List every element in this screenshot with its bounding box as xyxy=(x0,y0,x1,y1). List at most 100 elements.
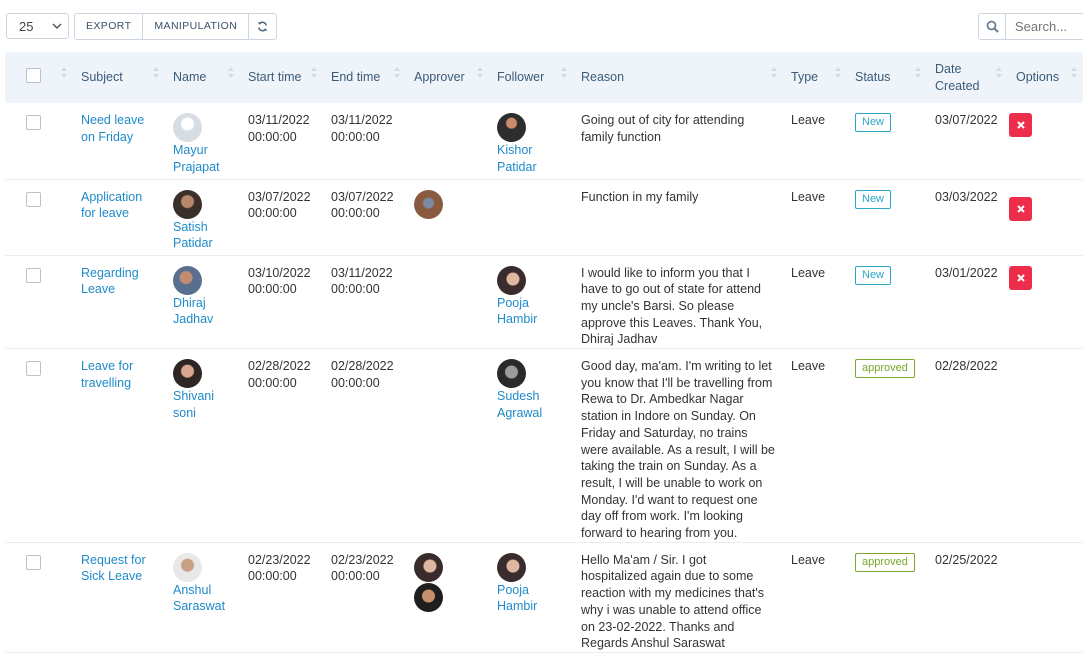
sort-icon[interactable] xyxy=(915,67,921,78)
approver-avatar xyxy=(414,552,443,582)
delete-button[interactable] xyxy=(1009,196,1032,221)
select-all-header xyxy=(5,52,73,103)
select-all-checkbox[interactable] xyxy=(26,67,41,83)
search-button[interactable] xyxy=(979,14,1006,39)
options-cell xyxy=(1008,103,1083,180)
row-checkbox[interactable] xyxy=(26,554,41,570)
approver-cell xyxy=(406,103,489,180)
status-cell: approved xyxy=(847,542,927,653)
type-cell: Leave xyxy=(783,542,847,653)
header-follower[interactable]: Follower xyxy=(489,52,573,103)
page-size-value: 25 xyxy=(19,19,34,34)
type-cell: Leave xyxy=(783,348,847,543)
refresh-icon xyxy=(258,21,268,32)
end-time-cell: 03/11/2022 00:00:00 xyxy=(323,255,406,350)
header-name-label: Name xyxy=(173,70,207,84)
header-type-label: Type xyxy=(791,70,819,84)
sort-icon[interactable] xyxy=(394,67,400,78)
delete-button[interactable] xyxy=(1009,265,1032,290)
follower-link[interactable]: Pooja Hambir xyxy=(497,295,565,328)
sort-icon[interactable] xyxy=(61,67,67,78)
header-name[interactable]: Name xyxy=(165,52,240,103)
subject-link[interactable]: Request for Sick Leave xyxy=(81,553,146,584)
start-time-cell: 02/23/2022 00:00:00 xyxy=(240,542,323,653)
page-size-select[interactable]: 25 xyxy=(6,13,69,39)
subject-link[interactable]: Application for leave xyxy=(81,190,142,221)
leave-table: Subject Name Start time End time Approve… xyxy=(5,52,1083,653)
avatar xyxy=(173,265,202,295)
row-select-cell xyxy=(5,179,73,256)
sort-icon[interactable] xyxy=(228,67,234,78)
header-subject[interactable]: Subject xyxy=(73,52,165,103)
row-checkbox[interactable] xyxy=(26,191,41,207)
export-button[interactable]: EXPORT xyxy=(75,14,144,39)
reason-cell: Function in my family xyxy=(573,179,783,256)
follower-cell: Pooja Hambir xyxy=(489,542,573,653)
sort-icon[interactable] xyxy=(1071,67,1077,78)
employee-name-link[interactable]: Dhiraj Jadhav xyxy=(173,296,213,327)
delete-button[interactable] xyxy=(1009,113,1032,137)
sort-icon[interactable] xyxy=(996,67,1002,78)
header-end-time[interactable]: End time xyxy=(323,52,406,103)
sort-icon[interactable] xyxy=(311,67,317,78)
approver-cell xyxy=(406,179,489,256)
sort-icon[interactable] xyxy=(561,67,567,78)
row-checkbox[interactable] xyxy=(26,267,41,283)
follower-cell: Pooja Hambir xyxy=(489,255,573,350)
row-checkbox[interactable] xyxy=(26,115,41,130)
row-checkbox[interactable] xyxy=(26,361,41,377)
name-cell: Dhiraj Jadhav xyxy=(165,255,240,350)
date-created-cell: 03/07/2022 xyxy=(927,103,1008,180)
table-row: Request for Sick Leave Anshul Saraswat 0… xyxy=(5,542,1083,653)
table-row: Application for leave Satish Patidar 03/… xyxy=(5,179,1083,256)
header-options-label: Options xyxy=(1016,70,1060,84)
date-created-cell: 03/03/2022 xyxy=(927,179,1008,256)
avatar xyxy=(173,552,202,582)
employee-name-link[interactable]: Satish Patidar xyxy=(173,220,213,251)
table-header-row: Subject Name Start time End time Approve… xyxy=(5,52,1083,103)
toolbar-button-group: EXPORT MANIPULATION xyxy=(74,13,278,40)
header-status-label: Status xyxy=(855,70,891,84)
header-reason-label: Reason xyxy=(581,70,625,84)
start-time-cell: 03/07/2022 00:00:00 xyxy=(240,179,323,256)
reason-cell: Hello Ma'am / Sir. I got hospitalized ag… xyxy=(573,542,783,653)
header-status[interactable]: Status xyxy=(847,52,927,103)
follower-link[interactable]: Kishor Patidar xyxy=(497,142,565,175)
employee-name-link[interactable]: Mayur Prajapat xyxy=(173,143,220,174)
refresh-button[interactable] xyxy=(249,14,276,39)
follower-link[interactable]: Sudesh Agrawal xyxy=(497,388,565,421)
header-reason[interactable]: Reason xyxy=(573,52,783,103)
reason-cell: I would like to inform you that I have t… xyxy=(573,255,783,350)
sort-icon[interactable] xyxy=(835,67,841,78)
sort-icon[interactable] xyxy=(771,67,777,78)
header-type[interactable]: Type xyxy=(783,52,847,103)
employee-name-link[interactable]: Shivani soni xyxy=(173,389,214,420)
header-start-time[interactable]: Start time xyxy=(240,52,323,103)
status-cell: New xyxy=(847,179,927,256)
status-badge: New xyxy=(855,113,892,132)
follower-link[interactable]: Pooja Hambir xyxy=(497,582,565,615)
close-icon xyxy=(1016,204,1025,213)
header-date-created[interactable]: Date Created xyxy=(927,52,1008,103)
subject-link[interactable]: Need leave on Friday xyxy=(81,113,144,144)
approver-avatar xyxy=(414,582,443,612)
table-row: Regarding Leave Dhiraj Jadhav 03/10/2022… xyxy=(5,255,1083,350)
avatar xyxy=(173,113,202,142)
options-cell xyxy=(1008,255,1083,350)
options-cell xyxy=(1008,179,1083,256)
reason-cell: Going out of city for attending family f… xyxy=(573,103,783,180)
header-date-created-label: Date Created xyxy=(935,61,980,93)
sort-icon[interactable] xyxy=(477,67,483,78)
subject-link[interactable]: Regarding Leave xyxy=(81,266,139,297)
search-input[interactable] xyxy=(1006,14,1083,39)
subject-link[interactable]: Leave for travelling xyxy=(81,359,133,390)
end-time-cell: 02/28/2022 00:00:00 xyxy=(323,348,406,543)
type-cell: Leave xyxy=(783,103,847,180)
end-time-cell: 02/23/2022 00:00:00 xyxy=(323,542,406,653)
status-badge: New xyxy=(855,265,892,285)
employee-name-link[interactable]: Anshul Saraswat xyxy=(173,583,225,614)
sort-icon[interactable] xyxy=(153,67,159,78)
header-approver[interactable]: Approver xyxy=(406,52,489,103)
manipulation-button[interactable]: MANIPULATION xyxy=(143,14,250,39)
status-cell: approved xyxy=(847,348,927,543)
